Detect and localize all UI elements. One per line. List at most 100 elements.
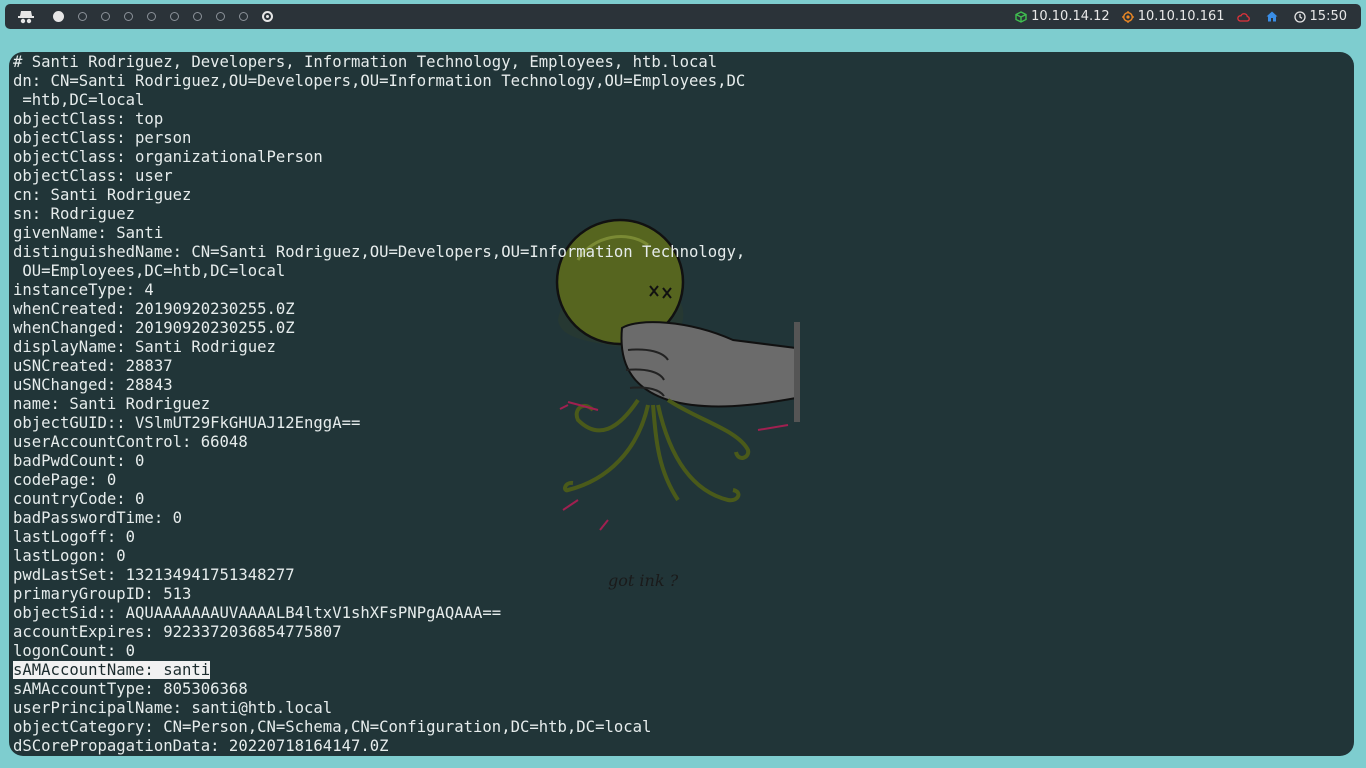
terminal-line: accountExpires: 9223372036854775807	[13, 623, 745, 642]
top-bar: 10.10.14.12 10.10.10.161 15:50	[5, 4, 1361, 29]
terminal-line-text: name: Santi Rodriguez	[13, 395, 211, 413]
terminal-line: uSNCreated: 28837	[13, 357, 745, 376]
terminal-line-text: cn: Santi Rodriguez	[13, 186, 192, 204]
terminal-line: distinguishedName: CN=Santi Rodriguez,OU…	[13, 243, 745, 262]
terminal-line: whenCreated: 20190920230255.0Z	[13, 300, 745, 319]
terminal-line-text: objectGUID:: VSlmUT29FkGHUAJ12EnggA==	[13, 414, 361, 432]
terminal-line: objectGUID:: VSlmUT29FkGHUAJ12EnggA==	[13, 414, 745, 433]
home-widget[interactable]	[1266, 11, 1282, 22]
terminal-line-text: countryCode: 0	[13, 490, 145, 508]
vpn-ip-widget[interactable]: 10.10.14.12	[1015, 9, 1110, 24]
terminal-line-text: OU=Employees,DC=htb,DC=local	[13, 262, 286, 280]
clock-widget[interactable]: 15:50	[1293, 9, 1347, 24]
terminal-line: cn: Santi Rodriguez	[13, 186, 745, 205]
workspace-5[interactable]	[147, 12, 156, 21]
terminal-line-text: badPasswordTime: 0	[13, 509, 182, 527]
terminal-line-text: dn: CN=Santi Rodriguez,OU=Developers,OU=…	[13, 72, 746, 90]
terminal-line: objectSid:: AQUAAAAAAAUVAAAALB4ltxV1shXF…	[13, 604, 745, 623]
terminal-line-text: uSNChanged: 28843	[13, 376, 173, 394]
terminal-line: countryCode: 0	[13, 490, 745, 509]
terminal-line-text: whenCreated: 20190920230255.0Z	[13, 300, 295, 318]
terminal-line-text: objectClass: organizationalPerson	[13, 148, 323, 166]
terminal-output: # Santi Rodriguez, Developers, Informati…	[13, 53, 745, 756]
terminal-line: objectClass: user	[13, 167, 745, 186]
cloud-icon	[1236, 12, 1250, 22]
workspace-8[interactable]	[216, 12, 225, 21]
terminal-line: logonCount: 0	[13, 642, 745, 661]
terminal-line-text: sAMAccountType: 805306368	[13, 680, 248, 698]
terminal-line: pwdLastSet: 132134941751348277	[13, 566, 745, 585]
terminal-line-text: objectClass: user	[13, 167, 173, 185]
terminal-line: uSNChanged: 28843	[13, 376, 745, 395]
terminal-line-text: uSNCreated: 28837	[13, 357, 173, 375]
workspace-4[interactable]	[124, 12, 133, 21]
terminal-line: badPwdCount: 0	[13, 452, 745, 471]
workspace-9[interactable]	[239, 12, 248, 21]
clock-time: 15:50	[1309, 9, 1347, 24]
terminal-line: objectClass: person	[13, 129, 745, 148]
terminal-line: =htb,DC=local	[13, 91, 745, 110]
terminal-line-text: primaryGroupID: 513	[13, 585, 192, 603]
terminal-line: # Santi Rodriguez, Developers, Informati…	[13, 53, 745, 72]
workspace-7[interactable]	[193, 12, 202, 21]
terminal-line-text: dSCorePropagationData: 20220718164147.0Z	[13, 737, 389, 755]
terminal-line: userPrincipalName: santi@htb.local	[13, 699, 745, 718]
terminal-line: displayName: Santi Rodriguez	[13, 338, 745, 357]
workspace-switcher	[46, 11, 280, 22]
target-ip-widget[interactable]: 10.10.10.161	[1121, 9, 1225, 24]
terminal-line-text: lastLogon: 0	[13, 547, 126, 565]
cube-icon	[1015, 10, 1027, 23]
terminal-line-text: pwdLastSet: 132134941751348277	[13, 566, 295, 584]
terminal-line: givenName: Santi	[13, 224, 745, 243]
terminal-line: objectCategory: CN=Person,CN=Schema,CN=C…	[13, 718, 745, 737]
terminal-line: sn: Rodriguez	[13, 205, 745, 224]
terminal-line-text: accountExpires: 9223372036854775807	[13, 623, 342, 641]
terminal-line-text: objectCategory: CN=Person,CN=Schema,CN=C…	[13, 718, 652, 736]
terminal-line: lastLogon: 0	[13, 547, 745, 566]
terminal-line: codePage: 0	[13, 471, 745, 490]
terminal-line-text: displayName: Santi Rodriguez	[13, 338, 276, 356]
vpn-ip: 10.10.14.12	[1031, 9, 1110, 24]
terminal-line-text: objectSid:: AQUAAAAAAAUVAAAALB4ltxV1shXF…	[13, 604, 502, 622]
terminal-line-text: sn: Rodriguez	[13, 205, 136, 223]
target-icon	[1121, 10, 1134, 23]
terminal-line-text: userAccountControl: 66048	[13, 433, 248, 451]
terminal-line-text: =htb,DC=local	[13, 91, 145, 109]
terminal-line-text: instanceType: 4	[13, 281, 154, 299]
status-area: 10.10.14.12 10.10.10.161 15:50	[1003, 9, 1347, 24]
hacker-logo-icon[interactable]	[18, 9, 34, 25]
terminal-line: primaryGroupID: 513	[13, 585, 745, 604]
terminal-line: userAccountControl: 66048	[13, 433, 745, 452]
terminal-line: instanceType: 4	[13, 281, 745, 300]
target-ip: 10.10.10.161	[1137, 9, 1225, 24]
terminal-line-text: givenName: Santi	[13, 224, 164, 242]
terminal-line: objectClass: top	[13, 110, 745, 129]
workspace-10[interactable]	[262, 11, 273, 22]
terminal-line: OU=Employees,DC=htb,DC=local	[13, 262, 745, 281]
workspace-3[interactable]	[101, 12, 110, 21]
terminal-line: sAMAccountType: 805306368	[13, 680, 745, 699]
terminal-line-text: distinguishedName: CN=Santi Rodriguez,OU…	[13, 243, 746, 261]
terminal-line: lastLogoff: 0	[13, 528, 745, 547]
clock-icon	[1293, 10, 1306, 23]
terminal-line: badPasswordTime: 0	[13, 509, 745, 528]
terminal-line-text: lastLogoff: 0	[13, 528, 136, 546]
workspace-2[interactable]	[78, 12, 87, 21]
terminal-line-text: badPwdCount: 0	[13, 452, 145, 470]
terminal-line: objectClass: organizationalPerson	[13, 148, 745, 167]
terminal-line: name: Santi Rodriguez	[13, 395, 745, 414]
terminal-line-text: userPrincipalName: santi@htb.local	[13, 699, 333, 717]
terminal-line-text: objectClass: person	[13, 129, 192, 147]
workspace-1[interactable]	[53, 11, 64, 22]
cloud-widget[interactable]	[1236, 12, 1254, 22]
terminal-line-text: # Santi Rodriguez, Developers, Informati…	[13, 53, 718, 71]
terminal-line-text: codePage: 0	[13, 471, 117, 489]
terminal-line-text: sAMAccountName: santi	[13, 661, 211, 679]
terminal-line: dn: CN=Santi Rodriguez,OU=Developers,OU=…	[13, 72, 745, 91]
terminal-line: whenChanged: 20190920230255.0Z	[13, 319, 745, 338]
workspace-6[interactable]	[170, 12, 179, 21]
terminal-line-text: whenChanged: 20190920230255.0Z	[13, 319, 295, 337]
terminal-line: dSCorePropagationData: 20220718164147.0Z	[13, 737, 745, 756]
terminal-line-text: logonCount: 0	[13, 642, 136, 660]
terminal-line-text: objectClass: top	[13, 110, 164, 128]
